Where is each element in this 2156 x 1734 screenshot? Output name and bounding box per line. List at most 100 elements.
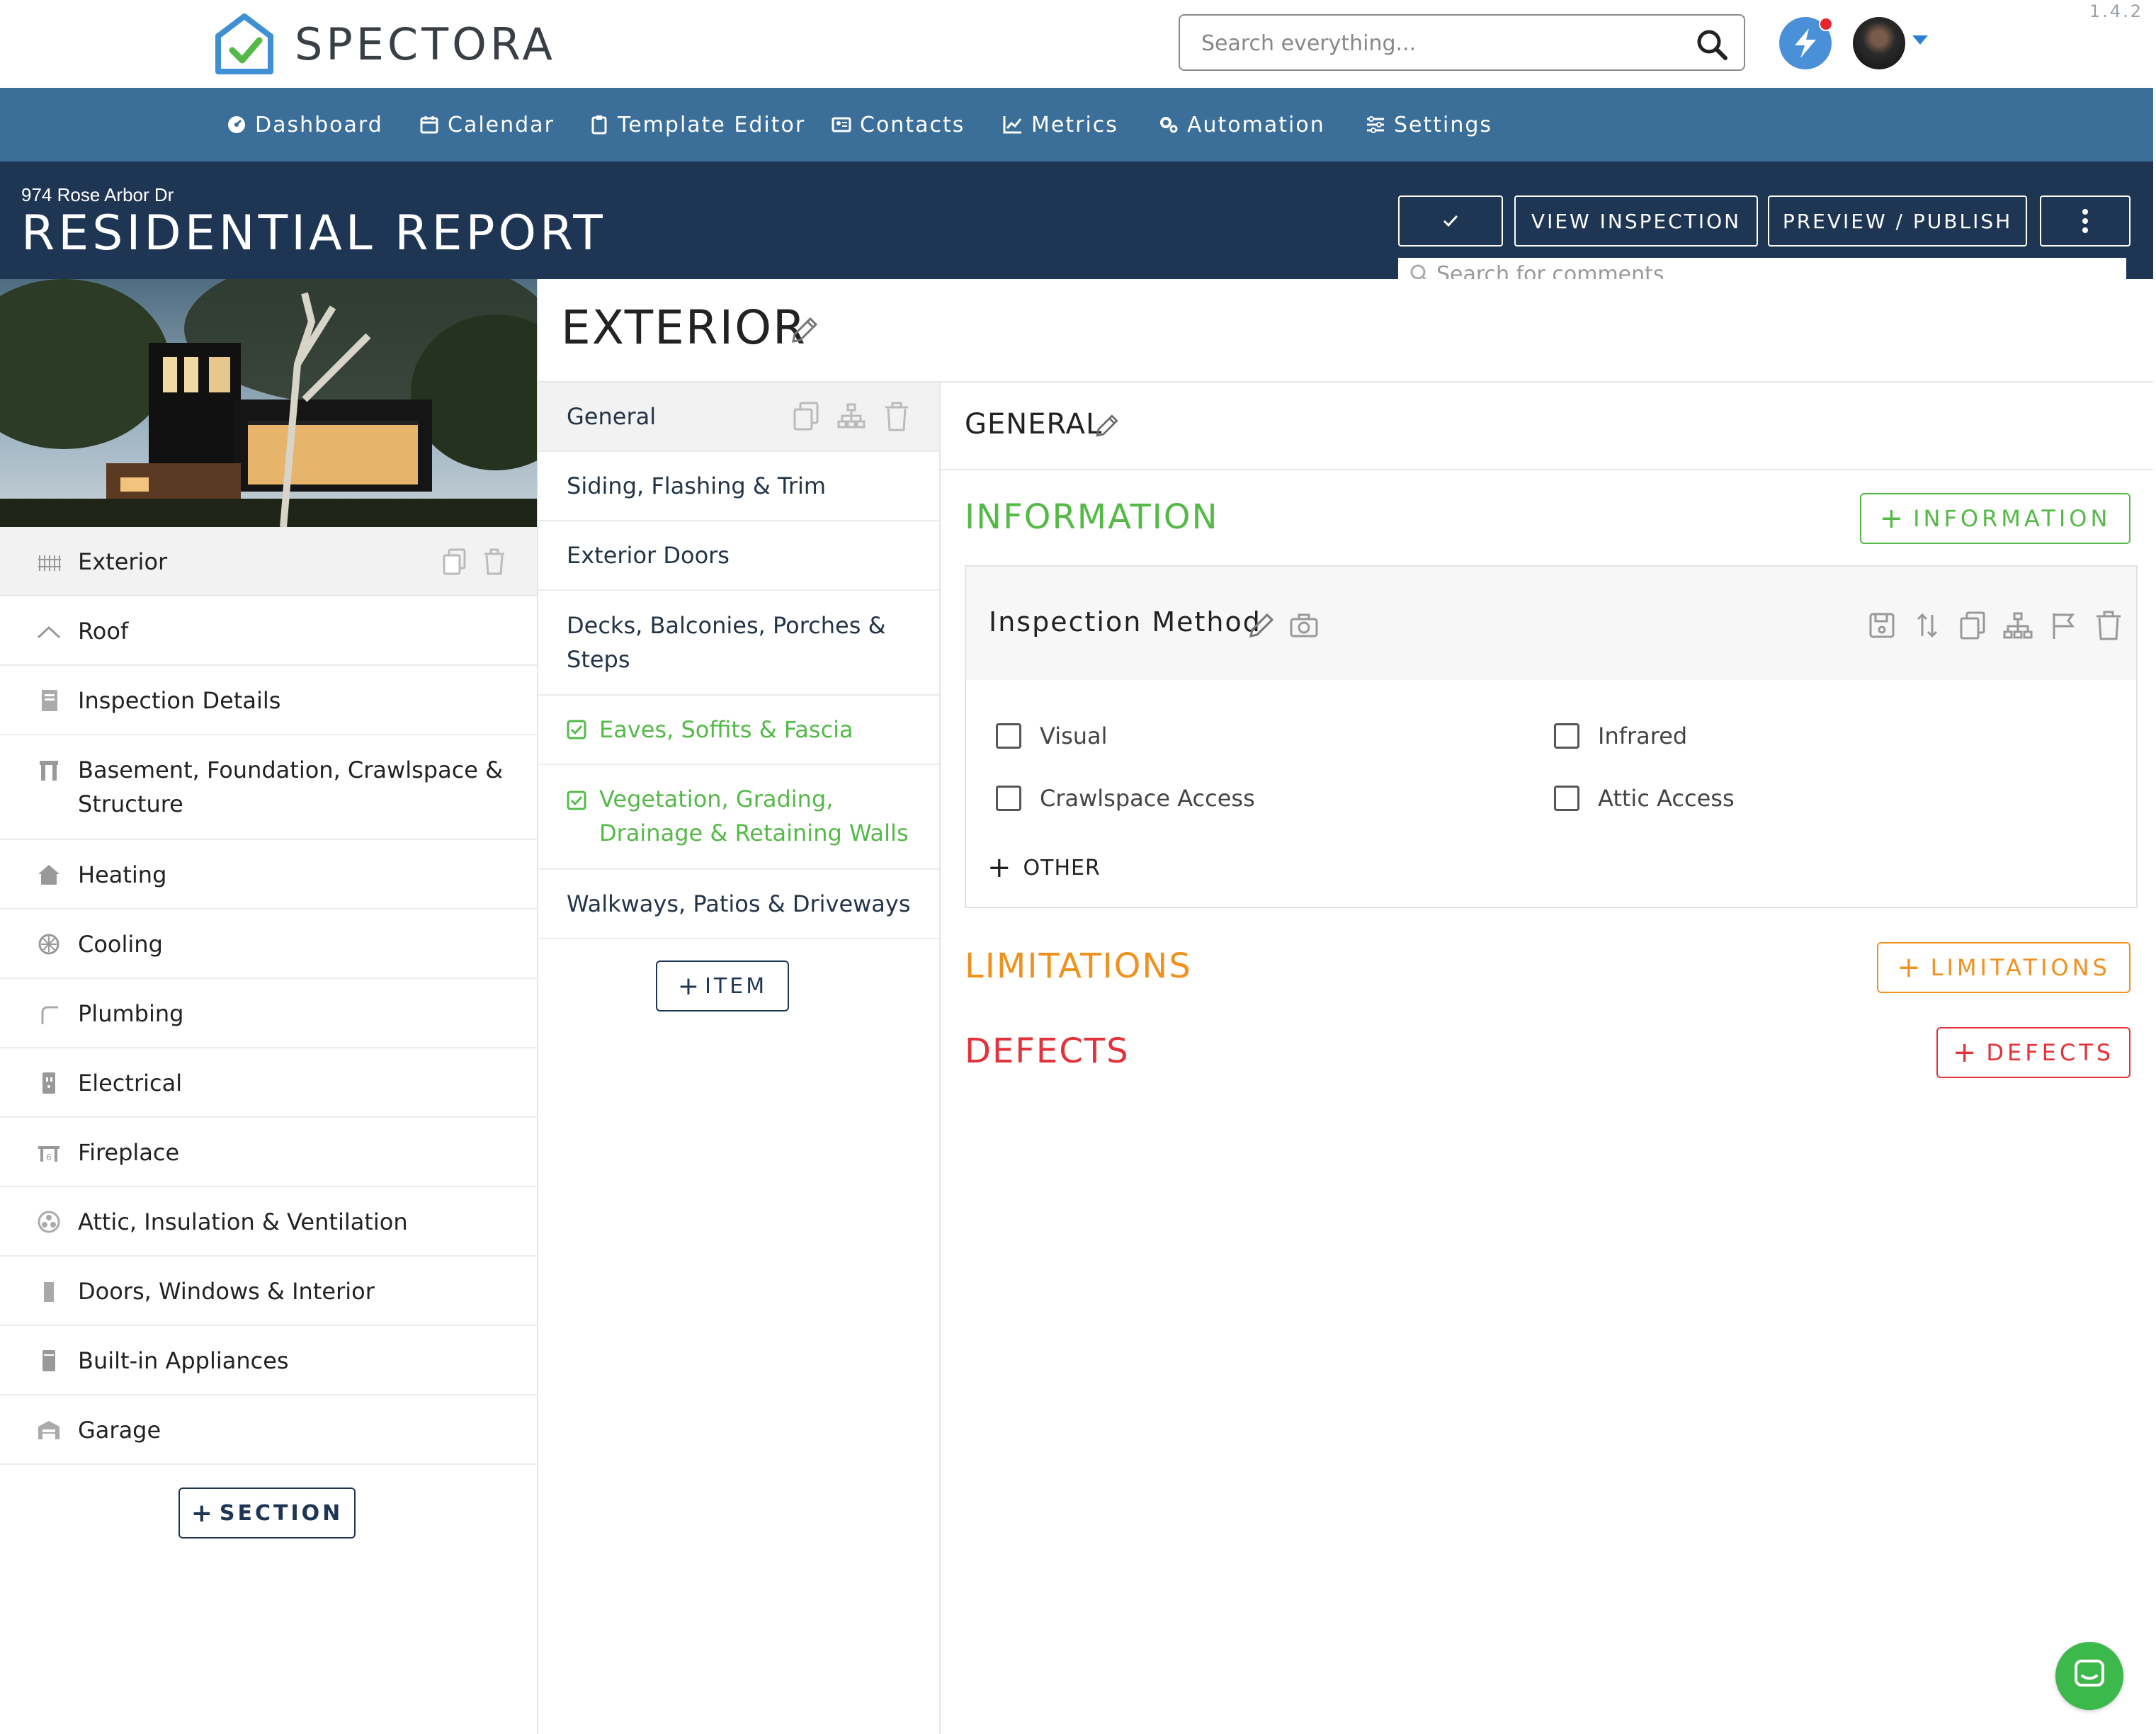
option-attic-access[interactable]: Attic Access (1554, 785, 1735, 812)
complete-button[interactable] (1398, 196, 1503, 246)
section-item-fireplace[interactable]: 6 Fireplace (0, 1118, 537, 1187)
card-title: Inspection Method (989, 606, 1261, 638)
section-label: Exterior (78, 548, 168, 575)
item-decks[interactable]: Decks, Balconies, Porches & Steps (538, 591, 939, 696)
fan-icon (38, 1211, 60, 1233)
chat-button[interactable] (2055, 1642, 2123, 1710)
trash-icon[interactable] (883, 402, 911, 431)
global-search-input[interactable] (1201, 27, 1683, 60)
section-item-doors-windows[interactable]: Doors, Windows & Interior (0, 1257, 537, 1326)
item-walkways[interactable]: Walkways, Patios & Driveways (538, 870, 939, 939)
item-siding[interactable]: Siding, Flashing & Trim (538, 452, 939, 521)
section-label: Plumbing (78, 1000, 184, 1027)
app-version: 1.4.2 (2089, 1, 2143, 21)
section-item-cooling[interactable]: Cooling (0, 910, 537, 979)
add-limitations-button[interactable]: + LIMITATIONS (1877, 942, 2131, 993)
section-item-heating[interactable]: Heating (0, 840, 537, 910)
checked-box-icon (567, 720, 586, 740)
section-label: Electrical (78, 1070, 183, 1096)
section-label: Built-in Appliances (78, 1347, 289, 1374)
checkbox[interactable] (996, 786, 1021, 811)
add-information-button[interactable]: + INFORMATION (1860, 493, 2131, 544)
house-heat-icon (38, 865, 59, 885)
item-label: Vegetation, Grading, Drainage & Retainin… (599, 786, 909, 846)
nav-automation[interactable]: Automation (1159, 88, 1325, 162)
section-item-garage[interactable]: Garage (0, 1395, 537, 1465)
plus-icon: + (191, 1498, 215, 1528)
trash-icon[interactable] (482, 548, 507, 575)
other-label: OTHER (1023, 855, 1101, 880)
option-label: Attic Access (1598, 785, 1735, 812)
information-heading: INFORMATION (965, 497, 1219, 537)
item-eaves[interactable]: Eaves, Soffits & Fascia (538, 696, 939, 765)
notifications-button[interactable] (1779, 17, 1833, 69)
roof-icon (37, 625, 61, 639)
nav-template-editor[interactable]: Template Editor (589, 88, 805, 162)
item-vegetation[interactable]: Vegetation, Grading, Drainage & Retainin… (538, 765, 939, 870)
comment-card: Inspection Method Visual Infrared Crawls… (965, 565, 2138, 908)
section-item-roof[interactable]: Roof (0, 596, 537, 666)
plus-icon: + (987, 851, 1012, 884)
checkbox[interactable] (996, 723, 1021, 749)
nav-calendar[interactable]: Calendar (419, 88, 555, 162)
section-label: Basement, Foundation, Crawlspace & Struc… (78, 756, 504, 817)
checkbox[interactable] (1554, 786, 1579, 811)
section-item-appliances[interactable]: Built-in Appliances (0, 1326, 537, 1395)
items-list: General Siding, Flashing & Trim Exterior… (538, 382, 941, 1734)
add-item-button[interactable]: + ITEM (656, 960, 789, 1012)
calendar-icon (420, 116, 438, 134)
section-item-electrical[interactable]: Electrical (0, 1048, 537, 1118)
section-item-inspection-details[interactable]: Inspection Details (0, 666, 537, 735)
gears-icon (1160, 117, 1178, 133)
option-crawlspace-access[interactable]: Crawlspace Access (996, 785, 1255, 812)
fence-icon (38, 555, 61, 571)
sitemap-icon[interactable] (2003, 611, 2033, 640)
report-address: 974 Rose Arbor Dr (21, 184, 174, 205)
chevron-down-icon[interactable] (1912, 35, 1928, 45)
save-icon[interactable] (1867, 611, 1897, 640)
section-label: Fireplace (78, 1139, 180, 1166)
nav-label: Contacts (860, 112, 965, 137)
user-avatar[interactable] (1853, 17, 1905, 69)
add-other-button[interactable]: + OTHER (987, 851, 1101, 884)
trash-icon[interactable] (2094, 611, 2123, 640)
nav-dashboard[interactable]: Dashboard (227, 88, 383, 162)
spectora-logo[interactable]: SPECTORA (212, 10, 556, 78)
preview-publish-button[interactable]: PREVIEW / PUBLISH (1768, 196, 2027, 246)
option-visual[interactable]: Visual (996, 722, 1108, 749)
camera-icon[interactable] (1289, 611, 1319, 640)
sliders-icon (1367, 116, 1384, 133)
section-item-attic[interactable]: Attic, Insulation & Ventilation (0, 1187, 537, 1257)
section-list: Exterior Roof Inspection Details Basemen… (0, 527, 537, 1465)
nav-label: Metrics (1031, 112, 1118, 137)
pencil-icon[interactable] (789, 314, 820, 346)
pencil-icon[interactable] (1247, 611, 1276, 640)
checkbox[interactable] (1554, 723, 1579, 749)
section-item-basement[interactable]: Basement, Foundation, Crawlspace & Struc… (0, 735, 537, 840)
sort-arrows-icon[interactable] (1912, 611, 1942, 640)
copy-icon[interactable] (792, 402, 820, 431)
section-item-plumbing[interactable]: Plumbing (0, 979, 537, 1048)
search-icon[interactable] (1696, 28, 1728, 61)
nav-label: Dashboard (255, 112, 383, 137)
copy-icon[interactable] (1958, 611, 1987, 640)
brand-name: SPECTORA (295, 18, 556, 70)
appliance-icon (42, 1350, 55, 1371)
add-section-button[interactable]: + SECTION (178, 1488, 356, 1538)
item-exterior-doors[interactable]: Exterior Doors (538, 521, 939, 591)
nav-contacts[interactable]: Contacts (832, 88, 965, 162)
option-infrared[interactable]: Infrared (1554, 722, 1687, 749)
nav-metrics[interactable]: Metrics (1003, 88, 1118, 162)
spectora-house-logo-icon (215, 13, 273, 74)
flag-icon[interactable] (2048, 611, 2078, 640)
pencil-icon[interactable] (1094, 412, 1120, 439)
nav-label: Template Editor (618, 112, 806, 137)
section-item-exterior[interactable]: Exterior (0, 527, 537, 596)
item-general[interactable]: General (538, 382, 939, 452)
add-defects-button[interactable]: + DEFECTS (1936, 1027, 2131, 1078)
copy-icon[interactable] (442, 548, 467, 575)
more-options-button[interactable] (2040, 196, 2131, 246)
nav-settings[interactable]: Settings (1366, 88, 1492, 162)
sitemap-icon[interactable] (837, 402, 866, 431)
view-inspection-button[interactable]: VIEW INSPECTION (1514, 196, 1758, 246)
